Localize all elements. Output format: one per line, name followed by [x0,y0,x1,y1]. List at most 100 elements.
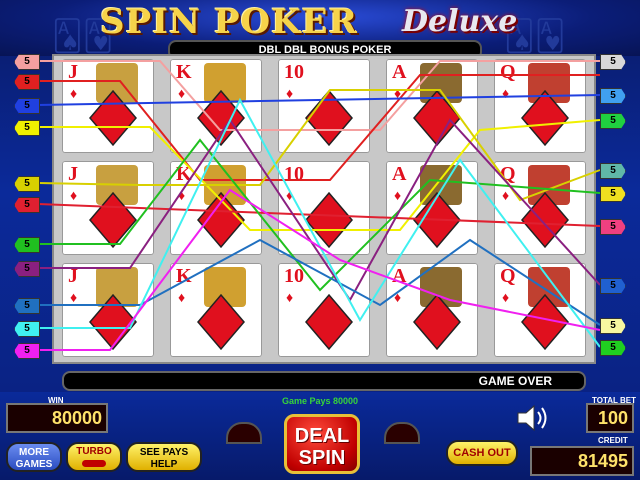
payline-bet-tag[interactable]: 5 [600,219,626,235]
game-pays-text: Game Pays 80000 [281,396,359,406]
payline-bet-tag[interactable]: 5 [14,237,40,253]
reel-2: K ♦ K ♦ K ♦ [164,59,266,359]
payline-bet-tag[interactable]: 5 [14,120,40,136]
diamond-icon [197,293,245,351]
card-rank: 10 [284,61,304,83]
diamond-icon: ♦ [178,85,186,101]
card: Q ♦ [494,161,586,255]
card-rank: Q [500,61,516,83]
reel-5: Q ♦ Q ♦ Q ♦ [488,59,590,359]
card-rank: Q [500,163,516,185]
diamond-icon: ♦ [178,187,186,203]
diamond-icon: ♦ [394,289,402,305]
deal-pod-left [226,422,262,444]
diamond-icon [89,293,137,351]
diamond-icon [413,191,461,249]
payline-bet-tag[interactable]: 5 [14,343,40,359]
cash-out-button[interactable]: CASH OUT [446,440,518,466]
card-rank: Q [500,265,516,287]
card-rank: 10 [284,265,304,287]
total-bet-display: 100 [586,403,634,433]
win-display: 80000 [6,403,108,433]
card-rank: A [392,61,407,83]
diamond-icon [197,191,245,249]
card: A ♦ [386,161,478,255]
diamond-icon [305,89,353,147]
diamond-icon: ♦ [502,187,510,203]
card-rank: J [68,163,78,185]
payline-bet-tag[interactable]: 5 [14,74,40,90]
reel-3: 10 ♦ 10 ♦ 10 ♦ [272,59,374,359]
diamond-icon: ♦ [70,85,78,101]
diamond-icon: ♦ [286,85,294,101]
diamond-icon: ♦ [286,289,294,305]
card: A ♦ [386,263,478,357]
card-rank: K [176,163,192,185]
card: J ♦ [62,263,154,357]
status-bar: GAME OVER [62,371,586,391]
card-rank: A [392,265,407,287]
payline-bet-tag[interactable]: 5 [14,261,40,277]
card-rank: K [176,265,192,287]
card: Q ♦ [494,263,586,357]
card: J ♦ [62,161,154,255]
payline-bet-tag[interactable]: 5 [600,88,626,104]
diamond-icon: ♦ [178,289,186,305]
card: J ♦ [62,59,154,153]
more-games-button[interactable]: MORE GAMES [6,442,62,472]
credit-display: 81495 [530,446,634,476]
payline-bet-tag[interactable]: 5 [14,98,40,114]
card: Q ♦ [494,59,586,153]
speaker-icon[interactable] [516,403,550,433]
diamond-icon [305,293,353,351]
card: A ♦ [386,59,478,153]
card-rank: J [68,265,78,287]
card: 10 ♦ [278,161,370,255]
deal-pod-right [384,422,420,444]
card: K ♦ [170,263,262,357]
payline-bet-tag[interactable]: 5 [14,197,40,213]
payline-bet-tag[interactable]: 5 [600,340,626,356]
diamond-icon: ♦ [394,85,402,101]
deal-spin-button[interactable]: DEAL SPIN [284,414,360,474]
diamond-icon: ♦ [286,187,294,203]
diamond-icon [521,293,569,351]
diamond-icon: ♦ [70,187,78,203]
card: 10 ♦ [278,263,370,357]
turbo-button[interactable]: TURBO [66,442,122,472]
payline-bet-tag[interactable]: 5 [600,186,626,202]
turbo-indicator [82,460,106,467]
card-rank: 10 [284,163,304,185]
payline-bet-tag[interactable]: 5 [600,54,626,70]
diamond-icon [413,89,461,147]
see-pays-help-button[interactable]: SEE PAYS HELP [126,442,202,472]
reel-4: A ♦ A ♦ A ♦ [380,59,482,359]
diamond-icon [89,191,137,249]
card: 10 ♦ [278,59,370,153]
payline-bet-tag[interactable]: 5 [600,318,626,334]
turbo-label: TURBO [76,446,112,457]
diamond-icon [197,89,245,147]
reel-1: J ♦ J ♦ J ♦ [56,59,158,359]
status-text: GAME OVER [478,374,552,388]
reel-area: J ♦ J ♦ J ♦ K ♦ K ♦ K ♦ 10 ♦ 10 ♦ 10 ♦ A ♦ A ♦ A ♦ Q ♦ Q ♦ Q ♦ [52,54,596,364]
payline-bet-tag[interactable]: 5 [600,113,626,129]
diamond-icon [89,89,137,147]
diamond-icon: ♦ [394,187,402,203]
payline-bet-tag[interactable]: 5 [14,176,40,192]
diamond-icon [305,191,353,249]
payline-bet-tag[interactable]: 5 [600,163,626,179]
diamond-icon: ♦ [502,289,510,305]
card: K ♦ [170,59,262,153]
payline-bet-tag[interactable]: 5 [14,54,40,70]
diamond-icon: ♦ [502,85,510,101]
diamond-icon [521,89,569,147]
diamond-icon [413,293,461,351]
payline-bet-tag[interactable]: 5 [14,298,40,314]
card: K ♦ [170,161,262,255]
card-rank: K [176,61,192,83]
diamond-icon: ♦ [70,289,78,305]
payline-bet-tag[interactable]: 5 [14,321,40,337]
diamond-icon [521,191,569,249]
payline-bet-tag[interactable]: 5 [600,278,626,294]
